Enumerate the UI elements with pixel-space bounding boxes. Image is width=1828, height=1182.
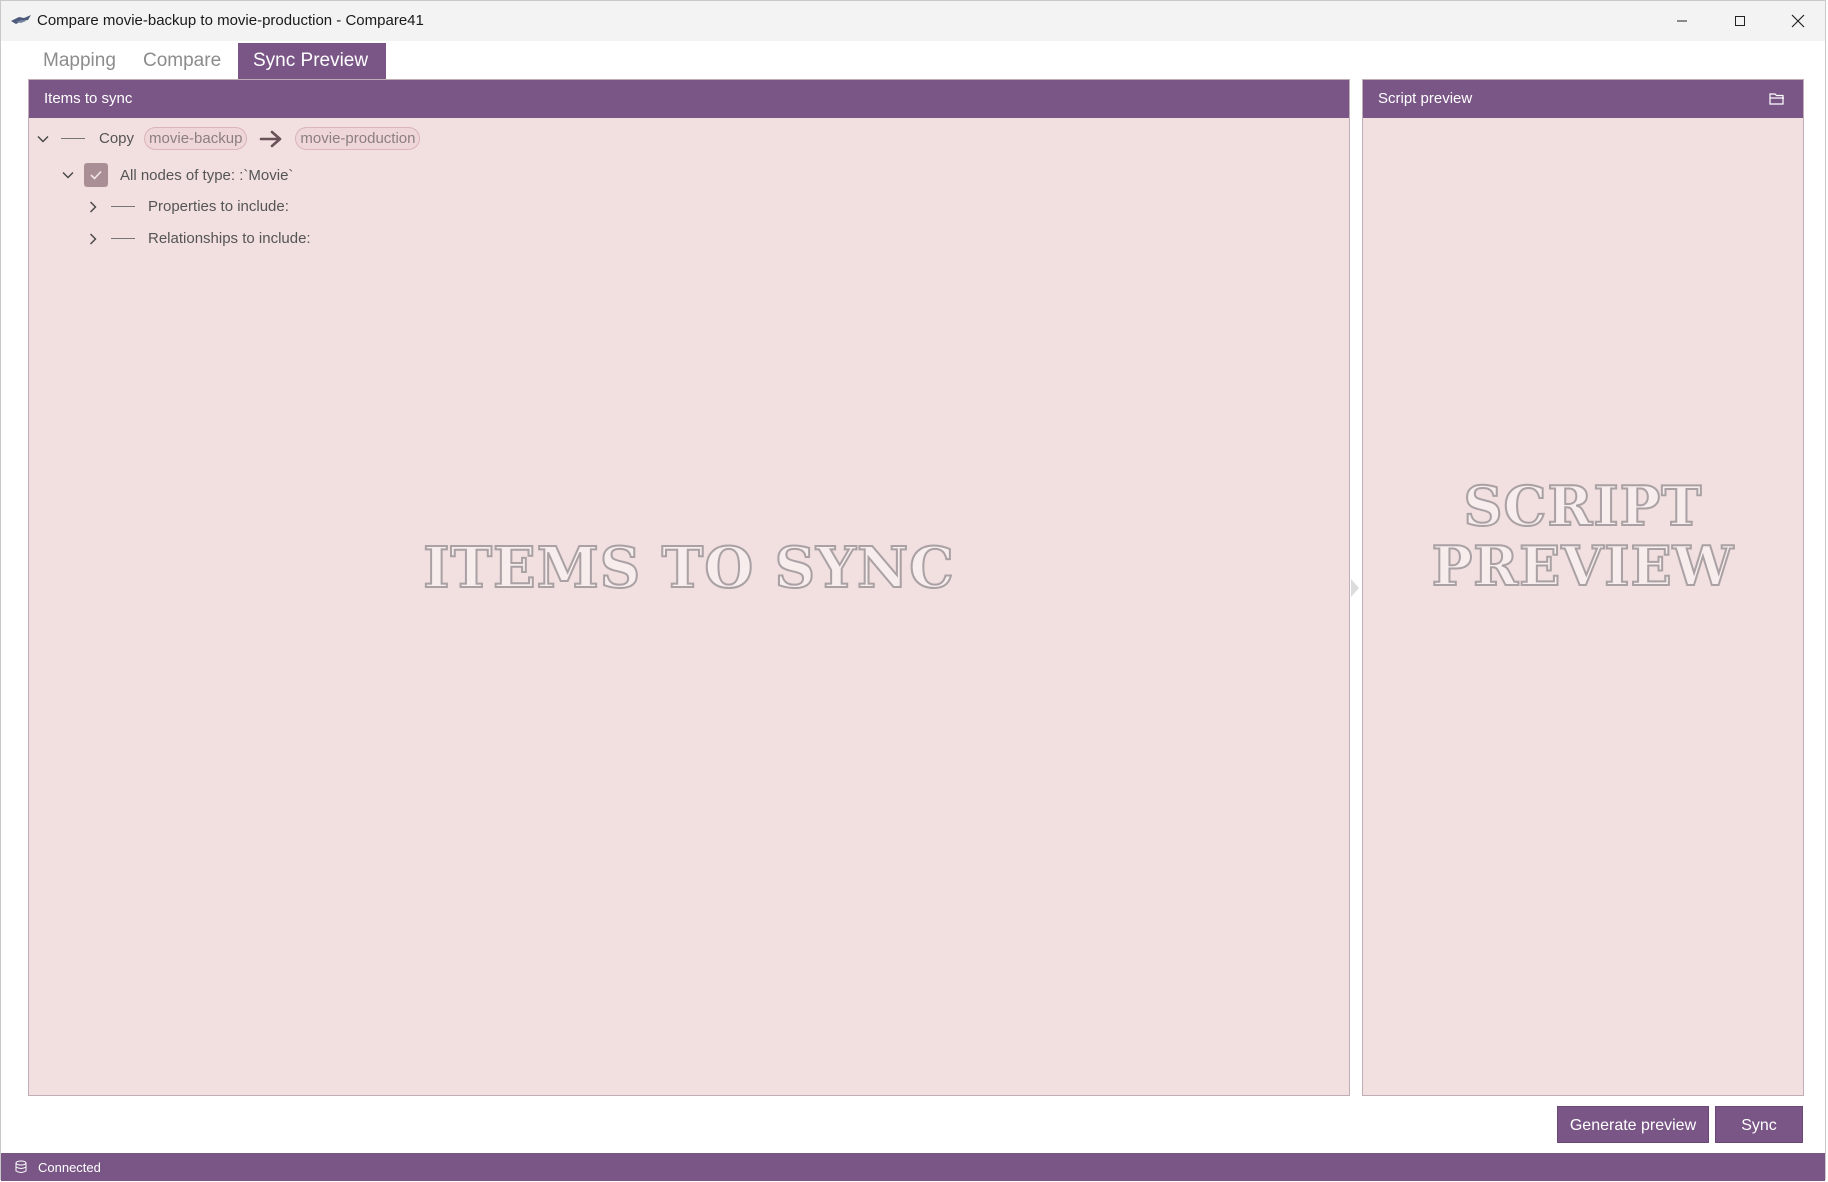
target-db-chip: movie-production: [295, 127, 421, 150]
maximize-icon: [1735, 16, 1745, 26]
expand-relationships-toggle[interactable]: [85, 231, 101, 247]
collapse-node-group-toggle[interactable]: [60, 167, 76, 183]
tab-sync-preview[interactable]: Sync Preview: [238, 43, 386, 79]
folder-open-icon[interactable]: [1769, 92, 1785, 106]
minimize-icon: [1677, 20, 1687, 22]
app-window: Compare movie-backup to movie-production…: [0, 0, 1826, 1181]
database-icon: [15, 1160, 27, 1173]
copy-row: Copy movie-backup movie-production: [35, 127, 421, 150]
generate-preview-button[interactable]: Generate preview: [1557, 1106, 1709, 1143]
copy-label: Copy: [99, 130, 135, 147]
chevron-down-icon: [62, 172, 74, 179]
source-db-chip: movie-backup: [144, 127, 248, 150]
items-to-sync-panel: Items to sync Copy movie-backup movie-pr…: [28, 79, 1350, 1096]
status-bar: Connected: [1, 1153, 1825, 1181]
script-watermark-line2: PREVIEW: [1431, 534, 1735, 598]
tree-connector: [61, 138, 85, 139]
node-group-checkbox[interactable]: [84, 163, 108, 187]
relationships-label: Relationships to include:: [148, 230, 311, 247]
items-watermark: ITEMS TO SYNC: [422, 534, 955, 602]
script-watermark-line1: SCRIPT: [1463, 474, 1703, 538]
tab-compare[interactable]: Compare: [128, 43, 238, 79]
items-panel-header: Items to sync: [29, 80, 1349, 118]
script-watermark: SCRIPT PREVIEW: [1363, 474, 1803, 598]
compare41-logo-icon: [11, 15, 31, 24]
relationships-row: Relationships to include:: [85, 230, 311, 247]
maximize-button[interactable]: [1711, 1, 1769, 41]
properties-row: Properties to include:: [85, 198, 289, 215]
tab-mapping[interactable]: Mapping: [28, 43, 128, 79]
arrow-right-icon: [260, 130, 282, 147]
properties-label: Properties to include:: [148, 198, 289, 215]
script-preview-panel: Script preview SCRIPT PREVIEW: [1362, 79, 1804, 1096]
tree-connector: [111, 206, 135, 207]
sync-button[interactable]: Sync: [1715, 1106, 1803, 1143]
script-panel-title: Script preview: [1378, 90, 1473, 107]
expand-properties-toggle[interactable]: [85, 199, 101, 215]
minimize-button[interactable]: [1653, 1, 1711, 41]
chevron-right-icon: [90, 233, 97, 244]
panel-splitter-handle[interactable]: [1351, 579, 1359, 597]
node-group-label: All nodes of type: :`Movie`: [120, 166, 294, 184]
title-bar: Compare movie-backup to movie-production…: [1, 1, 1825, 41]
close-icon: [1791, 14, 1805, 28]
collapse-copy-toggle[interactable]: [35, 131, 51, 147]
chevron-right-icon: [90, 201, 97, 212]
tab-bar: Mapping Compare Sync Preview: [28, 43, 386, 79]
window-title: Compare movie-backup to movie-production…: [37, 12, 424, 29]
status-text: Connected: [38, 1160, 101, 1175]
tree-connector: [111, 238, 135, 239]
node-group-row: All nodes of type: :`Movie`: [60, 163, 293, 187]
chevron-down-icon: [37, 135, 49, 142]
close-button[interactable]: [1769, 1, 1827, 41]
script-panel-header: Script preview: [1363, 80, 1803, 118]
checkmark-icon: [90, 170, 102, 180]
